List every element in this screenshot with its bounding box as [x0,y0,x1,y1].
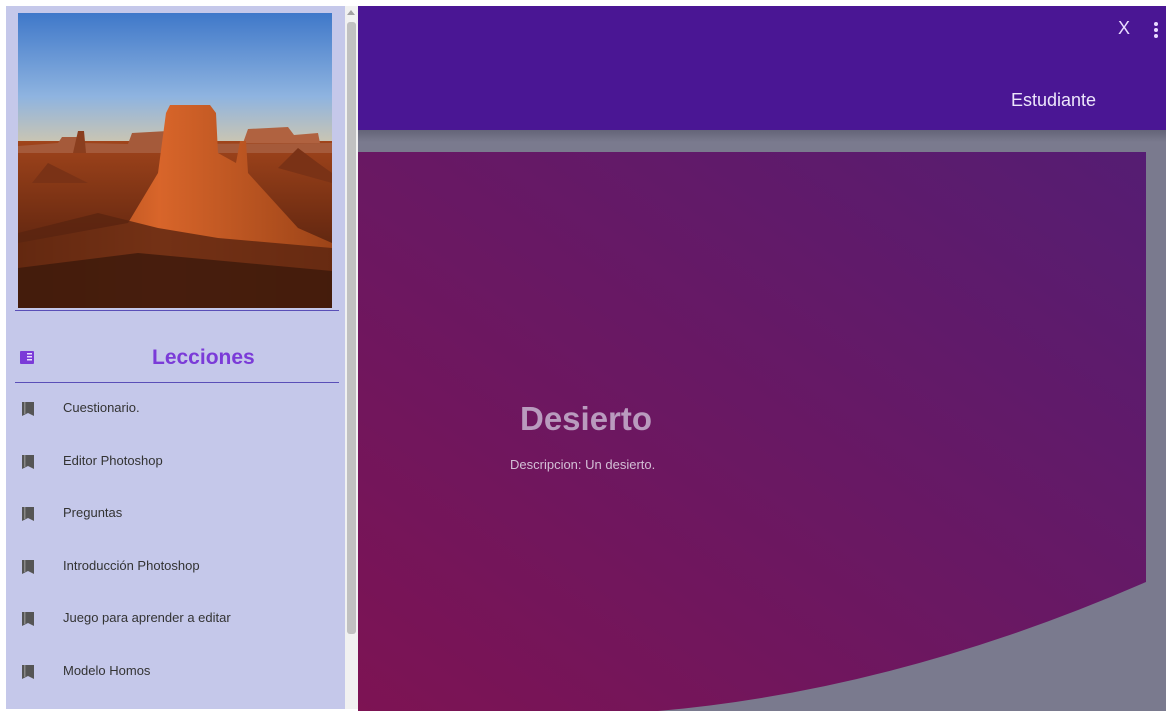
lessons-divider [15,382,339,383]
card-description: Descripcion: Un desierto. [510,457,656,472]
lesson-item[interactable]: Preguntas [6,500,345,553]
more-options-icon[interactable] [1154,22,1158,38]
book-icon [22,454,34,469]
close-button[interactable]: X [1118,18,1130,39]
book-icon [22,402,34,416]
book-icon [22,507,34,521]
lesson-label: Modelo Homos [63,662,151,678]
scroll-up-arrow-icon[interactable] [347,10,355,15]
sidebar-scrollbar[interactable] [345,6,358,709]
book-open-icon [20,351,34,364]
lesson-item[interactable]: Editor Photoshop [6,448,345,501]
scroll-thumb[interactable] [347,22,356,634]
content-area: Desierto Descripcion: Un desierto. [358,130,1166,711]
lessons-header[interactable]: Lecciones [6,342,345,382]
lesson-label: Introducción Photoshop [63,557,200,573]
sidebar: Lecciones Cuestionario. Editor Photoshop… [6,6,345,709]
user-role-label: Estudiante [1011,90,1097,110]
desert-image [18,13,332,308]
lesson-item[interactable]: Juego para aprender a editar [6,605,345,658]
hero-divider [15,310,339,311]
book-icon [22,612,34,626]
card-title: Desierto [520,400,653,437]
lessons-title: Lecciones [152,346,255,369]
lesson-item[interactable]: Cuestionario. [6,395,345,448]
header-shadow [358,130,1166,142]
book-icon [22,559,34,574]
lesson-label: Cuestionario. [63,400,140,415]
lesson-list: Cuestionario. Editor Photoshop Preguntas… [6,395,345,709]
lesson-label: Editor Photoshop [63,452,163,468]
lesson-label: Juego para aprender a editar [63,610,231,625]
lesson-item[interactable]: Modelo Homos [6,658,345,710]
lesson-card: Desierto Descripcion: Un desierto. [358,130,1166,711]
top-app-bar: X Estudiante [358,6,1166,130]
lesson-item[interactable]: Introducción Photoshop [6,553,345,606]
book-icon [22,664,34,679]
lesson-label: Preguntas [63,505,123,520]
